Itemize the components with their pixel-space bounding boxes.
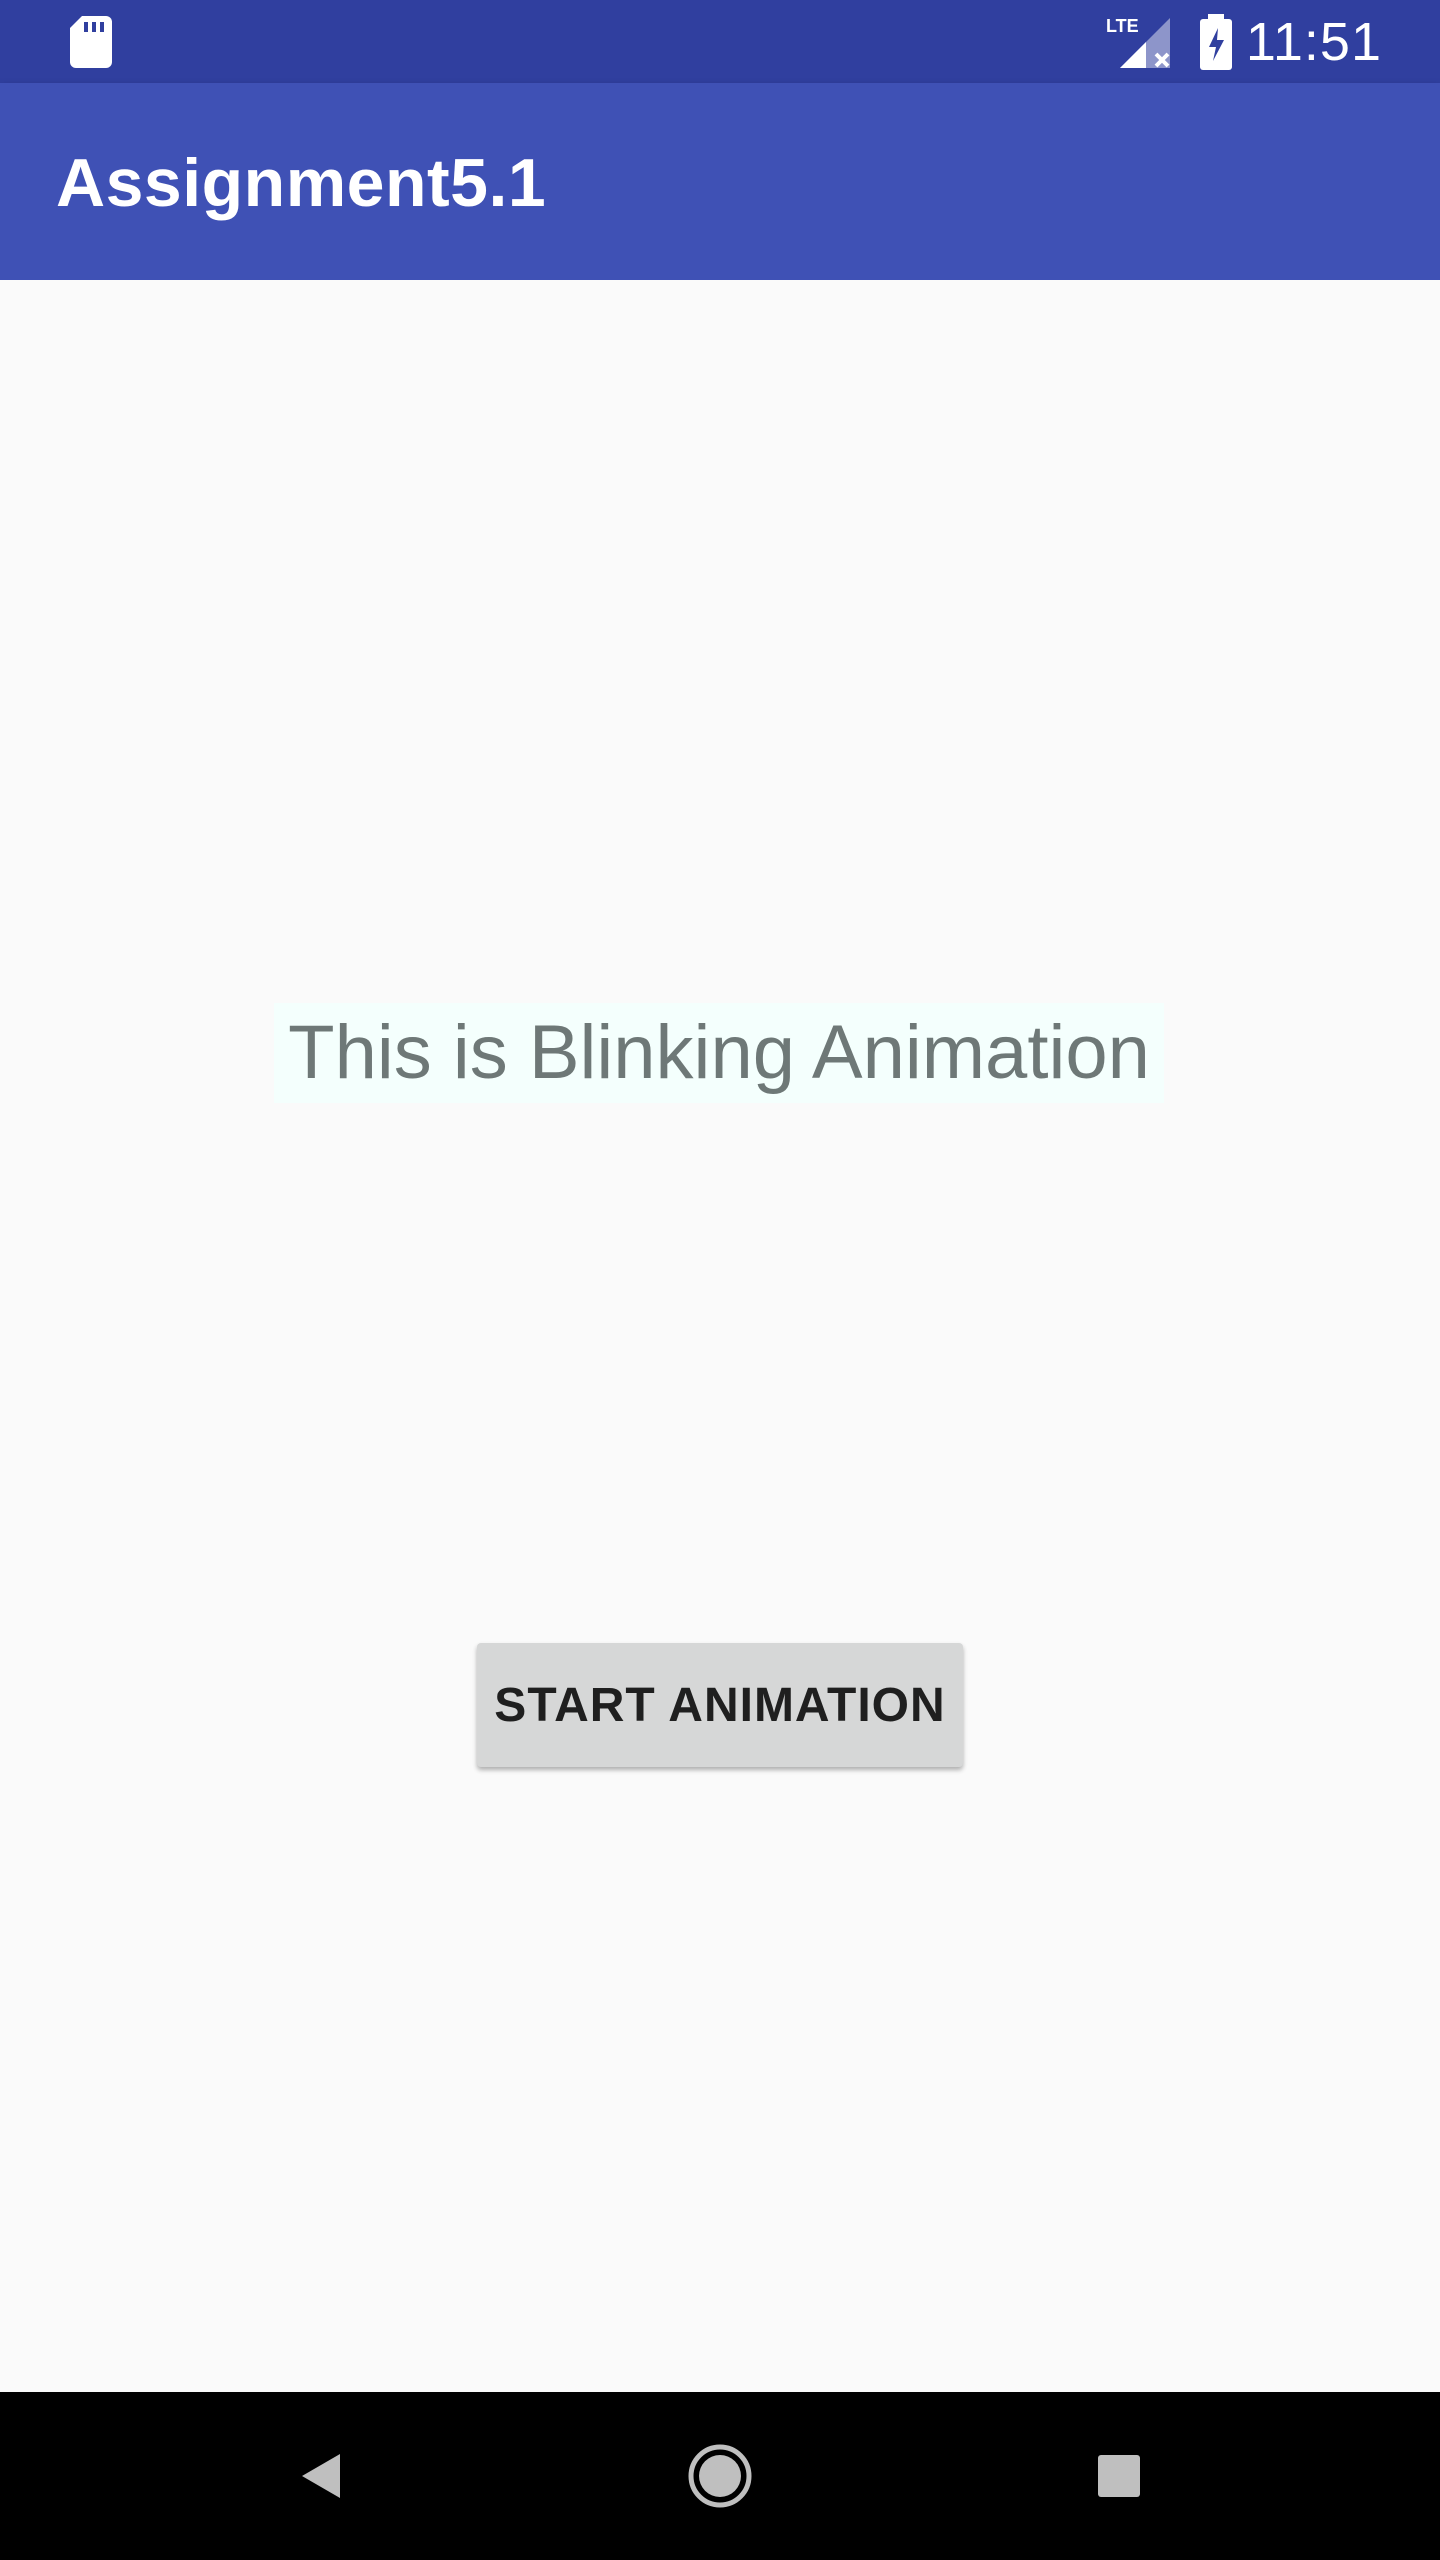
main-content	[0, 280, 1440, 2392]
back-icon[interactable]	[272, 2426, 372, 2526]
app-title: Assignment5.1	[56, 145, 547, 221]
sd-card-icon	[70, 16, 112, 68]
navigation-bar	[0, 2392, 1440, 2560]
home-icon[interactable]	[670, 2426, 770, 2526]
network-type-label: LTE	[1106, 16, 1139, 36]
status-clock: 11:51	[1245, 12, 1382, 72]
start-animation-button[interactable]: START ANIMATION	[477, 1643, 963, 1767]
blinking-text: This is Blinking Animation	[274, 1003, 1164, 1103]
status-bar: LTE 11:51	[0, 0, 1440, 83]
signal-lte-icon: LTE	[1106, 16, 1170, 68]
app-bar: Assignment5.1	[0, 83, 1440, 280]
recents-icon[interactable]	[1068, 2426, 1168, 2526]
battery-charging-icon	[1200, 14, 1232, 70]
